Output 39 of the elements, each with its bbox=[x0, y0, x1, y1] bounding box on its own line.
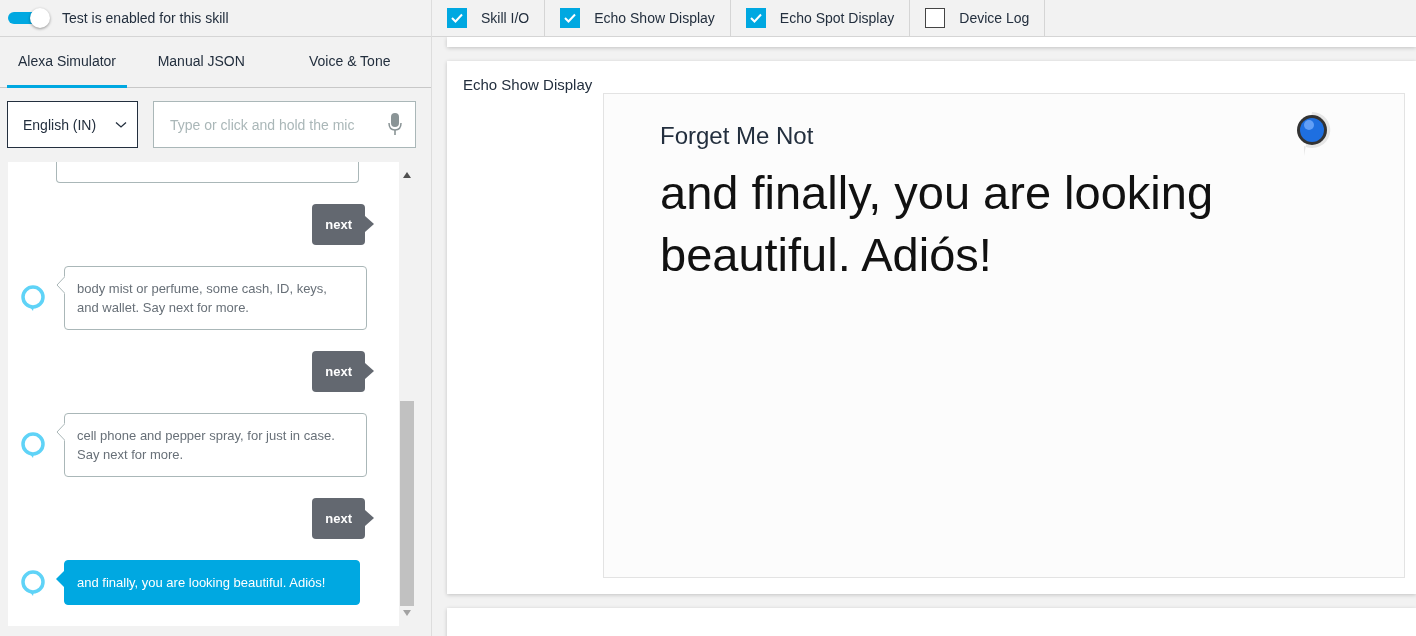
test-toggle[interactable] bbox=[8, 8, 50, 28]
bubble-tail-icon bbox=[365, 216, 374, 232]
user-message: next bbox=[312, 351, 374, 392]
scroll-down-icon[interactable] bbox=[403, 610, 411, 616]
utterance-field[interactable]: Type or click and hold the mic bbox=[153, 101, 416, 148]
panel-toggle[interactable]: Echo Spot Display bbox=[730, 0, 911, 36]
user-message: next bbox=[312, 498, 374, 539]
panel-toggle[interactable]: Skill I/O bbox=[432, 0, 546, 36]
checkbox[interactable] bbox=[925, 8, 946, 28]
tab[interactable]: Manual JSON bbox=[127, 37, 276, 88]
alexa-response: and finally, you are looking beautiful. Adiós! bbox=[56, 560, 360, 605]
bubble-tail-icon bbox=[56, 570, 65, 588]
alexa-response: body mist or perfume, some cash, ID, keys, and wallet. Say next for more. bbox=[56, 266, 367, 330]
microphone-icon[interactable] bbox=[388, 113, 402, 135]
alexa-ring-icon bbox=[20, 285, 46, 311]
scroll-up-icon[interactable] bbox=[403, 172, 411, 178]
skill-title: Forget Me Not bbox=[660, 122, 814, 150]
checkbox[interactable] bbox=[745, 8, 766, 28]
alexa-response: cell phone and pepper spray, for just in case. Say next for more. bbox=[56, 413, 367, 477]
language-dropdown[interactable]: English (IN) bbox=[7, 101, 138, 148]
checkbox[interactable] bbox=[560, 8, 581, 28]
tab[interactable]: Voice & Tone bbox=[275, 37, 424, 88]
scroll-thumb[interactable] bbox=[400, 401, 414, 606]
checkbox[interactable] bbox=[447, 8, 467, 28]
toggle-label: Test is enabled for this skill bbox=[62, 10, 229, 26]
panel-toggle[interactable]: Echo Show Display bbox=[545, 0, 731, 36]
display-text: and finally, you are looking beautiful. Adiós! bbox=[660, 165, 1215, 283]
check-icon bbox=[451, 13, 463, 23]
card-title: Echo Show Display bbox=[463, 76, 593, 93]
alexa-ring-icon bbox=[20, 569, 46, 596]
check-icon bbox=[749, 13, 762, 23]
chevron-down-icon bbox=[115, 120, 127, 129]
bubble-tail-icon bbox=[365, 363, 374, 379]
bubble-tail-icon bbox=[365, 510, 374, 526]
panel-toggle[interactable]: Device Log bbox=[910, 0, 1046, 36]
user-message: next bbox=[312, 204, 374, 245]
alexa-ring-icon bbox=[20, 432, 46, 458]
check-icon bbox=[564, 13, 577, 23]
tab[interactable]: Alexa Simulator bbox=[7, 37, 127, 88]
